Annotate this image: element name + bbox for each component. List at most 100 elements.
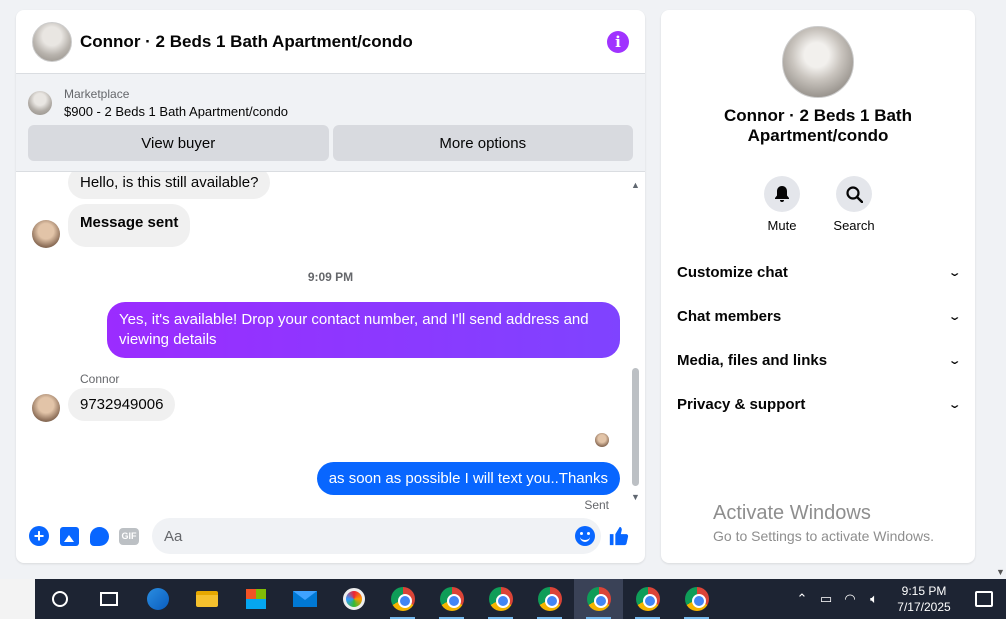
outgoing-message[interactable]: as soon as possible I will text you..Tha… [316, 462, 620, 495]
chrome-icon [684, 587, 709, 611]
sender-avatar[interactable] [32, 220, 60, 248]
bell-icon [764, 176, 800, 212]
chrome-icon [635, 587, 660, 611]
customize-chat-item[interactable]: Customize chat ⌄ [661, 250, 975, 294]
chat-header: Connor · 2 Beds 1 Bath Apartment/condo i [16, 10, 645, 74]
conversation-title[interactable]: Connor · 2 Beds 1 Bath Apartment/condo [80, 32, 607, 52]
message-scrollbar[interactable]: ▲ ▼ [631, 180, 640, 502]
system-tray: ⌃ ▭ ◠ 🔈︎ 9:15 PM 7/17/2025 [790, 579, 1006, 619]
message-list: Hello, is this still available? Message … [16, 172, 645, 509]
outgoing-message[interactable]: Yes, it's available! Drop your contact n… [107, 302, 620, 358]
wifi-icon[interactable]: ◠ [838, 591, 862, 607]
message-input[interactable] [164, 527, 575, 545]
chrome-icon [586, 587, 611, 611]
scroll-up-arrow-icon[interactable]: ▲ [631, 180, 640, 190]
store-icon [245, 589, 266, 609]
section-label: Customize chat [677, 263, 788, 281]
start-button[interactable] [0, 579, 35, 619]
task-view-button[interactable] [84, 579, 133, 619]
chrome-icon [390, 587, 415, 611]
sticker-button[interactable] [87, 524, 111, 548]
info-title: Connor · 2 Beds 1 Bath Apartment/condo [724, 106, 912, 145]
volume-icon[interactable]: 🔈︎ [862, 591, 886, 607]
mail-icon [292, 591, 317, 607]
folder-icon [195, 591, 218, 607]
scroll-thumb[interactable] [632, 368, 639, 486]
gif-button[interactable]: GIF [117, 524, 141, 548]
taskbar-chrome-6[interactable] [623, 579, 672, 619]
seen-indicator-avatar [595, 433, 609, 447]
plus-icon: + [29, 526, 49, 546]
taskbar-chrome-7[interactable] [672, 579, 721, 619]
chrome-icon [488, 587, 513, 611]
chrome-icon [439, 587, 464, 611]
mute-button[interactable]: Mute [763, 176, 801, 233]
windows-taskbar: ⌃ ▭ ◠ 🔈︎ 9:15 PM 7/17/2025 [0, 579, 1006, 619]
task-view-icon [99, 592, 118, 606]
taskbar-store[interactable] [231, 579, 280, 619]
taskbar-paint[interactable] [329, 579, 378, 619]
emoji-icon[interactable] [575, 526, 595, 546]
sticker-icon [89, 526, 109, 546]
marketplace-banner: Marketplace $900 - 2 Beds 1 Bath Apartme… [16, 74, 645, 172]
incoming-message[interactable]: 9732949006 [68, 388, 176, 421]
media-files-links-item[interactable]: Media, files and links ⌄ [661, 338, 975, 382]
taskbar-chrome-5[interactable] [574, 579, 623, 619]
section-label: Privacy & support [677, 395, 806, 413]
more-options-button[interactable]: More options [332, 125, 633, 161]
taskbar-chrome-2[interactable] [427, 579, 476, 619]
marketplace-label: Marketplace [64, 87, 130, 101]
info-sections: Customize chat ⌄ Chat members ⌄ Media, f… [661, 250, 975, 426]
notification-icon [975, 591, 993, 607]
incoming-message[interactable]: Message sent [68, 204, 191, 247]
page-scrollbar[interactable]: ▼ [994, 0, 1006, 579]
conversation-avatar[interactable] [32, 21, 72, 62]
clock-time: 9:15 PM [901, 584, 947, 598]
message-composer: + GIF [16, 509, 645, 563]
gif-icon: GIF [119, 527, 139, 545]
section-label: Chat members [677, 307, 782, 325]
taskbar-chrome-4[interactable] [525, 579, 574, 619]
sender-avatar[interactable] [32, 394, 60, 422]
paint-icon [342, 588, 365, 610]
info-avatar[interactable] [782, 26, 854, 98]
mute-label: Mute [767, 218, 797, 233]
activate-windows-watermark: Activate Windows Go to Settings to activ… [713, 502, 934, 544]
notification-button[interactable] [962, 591, 1006, 607]
watermark-subtitle: Go to Settings to activate Windows. [713, 528, 934, 544]
search-button[interactable]: Search [833, 176, 875, 233]
photo-icon [59, 526, 79, 546]
system-clock[interactable]: 9:15 PM 7/17/2025 [886, 583, 962, 615]
more-actions-button[interactable]: + [27, 524, 51, 548]
scroll-down-arrow-icon[interactable]: ▼ [631, 492, 640, 502]
scroll-down-arrow-icon[interactable]: ▼ [996, 567, 1005, 577]
info-icon[interactable]: i [607, 30, 629, 53]
view-buyer-button[interactable]: View buyer [28, 125, 329, 161]
sender-name: Connor [80, 372, 120, 386]
chrome-icon [537, 587, 562, 611]
message-status: Sent [584, 498, 609, 509]
message-timestamp: 9:09 PM [307, 270, 354, 284]
taskbar-mail[interactable] [280, 579, 329, 619]
privacy-support-item[interactable]: Privacy & support ⌄ [661, 382, 975, 426]
taskbar-chrome-3[interactable] [476, 579, 525, 619]
clock-date: 7/17/2025 [897, 600, 951, 614]
section-label: Media, files and links [677, 351, 828, 369]
incoming-message[interactable]: Hello, is this still available? [68, 172, 271, 199]
edge-icon [146, 588, 169, 610]
battery-icon[interactable]: ▭ [814, 591, 838, 607]
message-input-wrapper [152, 518, 601, 554]
attach-photo-button[interactable] [57, 524, 81, 548]
taskbar-edge[interactable] [133, 579, 182, 619]
taskbar-file-explorer[interactable] [182, 579, 231, 619]
chat-members-item[interactable]: Chat members ⌄ [661, 294, 975, 338]
conversation-info-panel: Connor · 2 Beds 1 Bath Apartment/condo M… [661, 10, 975, 563]
listing-title[interactable]: $900 - 2 Beds 1 Bath Apartment/condo [64, 104, 288, 119]
taskbar-chrome-1[interactable] [378, 579, 427, 619]
search-icon [836, 176, 872, 212]
cortana-button[interactable] [35, 579, 84, 619]
thumbs-up-icon[interactable] [601, 518, 637, 554]
chevron-up-icon[interactable]: ⌃ [790, 591, 814, 607]
chevron-down-icon: ⌄ [947, 398, 962, 411]
cortana-icon [51, 591, 68, 607]
